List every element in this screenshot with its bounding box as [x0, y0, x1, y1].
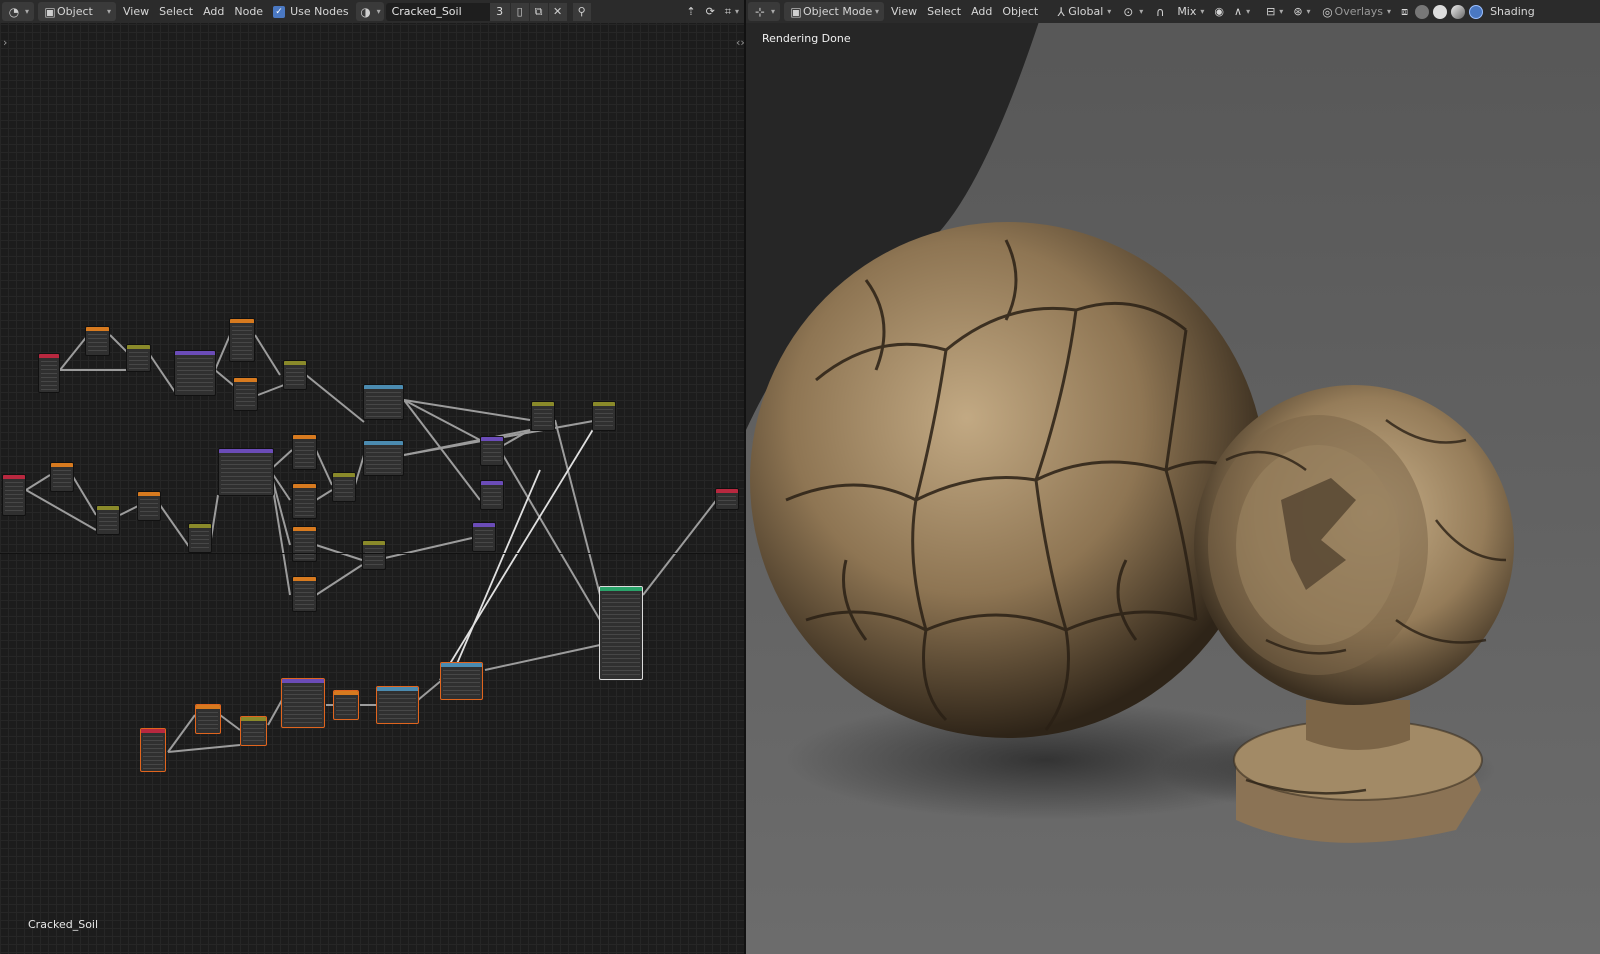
- overlays-toggle[interactable]: ◎ Overlays ▾: [1316, 2, 1397, 21]
- object-mode-icon: ▣: [790, 4, 802, 19]
- large-sphere: [750, 222, 1266, 738]
- node-color-ramp-d[interactable]: [440, 662, 483, 700]
- parent-node-tree-icon[interactable]: ⇡: [681, 2, 700, 21]
- vp-menu-add[interactable]: Add: [966, 2, 997, 21]
- node-bump-a[interactable]: [480, 436, 504, 466]
- falloff-curve-icon[interactable]: ∧ ▾: [1229, 2, 1255, 21]
- material-browse-button[interactable]: ◑ ▾: [355, 2, 384, 21]
- node-color-ramp-a[interactable]: [363, 384, 404, 420]
- node-math-c[interactable]: [531, 401, 555, 431]
- viewport-header: ⊹ ▾ ▣ Object Mode ▾ View Select Add Object …: [746, 0, 1600, 23]
- node-voronoi-a[interactable]: [174, 350, 216, 396]
- node-color-ramp-c[interactable]: [376, 686, 419, 724]
- node-math-a[interactable]: [126, 344, 151, 372]
- duplicate-material-icon[interactable]: ⧉: [529, 2, 548, 21]
- editor-type-dropdown[interactable]: ◔ ▾: [2, 2, 35, 21]
- node-color-ramp-b[interactable]: [363, 440, 404, 476]
- gizmo-toggle-icon[interactable]: ⊛ ▾: [1288, 2, 1315, 21]
- pivot-icon: ⊙: [1123, 4, 1134, 19]
- area-swap-arrows-icon[interactable]: ‹›: [736, 36, 744, 49]
- node-math-d[interactable]: [592, 401, 616, 431]
- cube-icon: ▣: [44, 4, 56, 19]
- material-sphere-icon: ◑: [360, 4, 371, 19]
- rendered-shading-icon[interactable]: [1469, 4, 1484, 19]
- vp-menu-object[interactable]: Object: [997, 2, 1043, 21]
- proportional-edit-icon[interactable]: ◉: [1209, 2, 1229, 21]
- pin-icon[interactable]: ⚲: [572, 2, 591, 21]
- transform-orientation-dropdown[interactable]: ⅄ Global ▾: [1049, 2, 1116, 21]
- node-noise-d[interactable]: [292, 434, 317, 470]
- shader-editor-icon: ◔: [8, 4, 20, 19]
- sidebar-expand-arrow-icon[interactable]: ›: [3, 36, 7, 49]
- render-status-label: Rendering Done: [762, 32, 851, 45]
- overlays-icon: ◎: [1322, 4, 1333, 19]
- node-editor-header: ◔ ▾ ▣ Object ▾ View Select Add Node ✓ Use No…: [0, 0, 744, 23]
- snap-mode-dropdown[interactable]: Mix ▾: [1172, 2, 1209, 21]
- node-principled-bsdf[interactable]: [599, 586, 643, 680]
- viewport-editor-type-dropdown[interactable]: ⊹ ▾: [748, 2, 781, 21]
- material-name-field[interactable]: Cracked_Soil: [385, 2, 490, 21]
- magnet-icon: ∩: [1155, 4, 1165, 19]
- node-texture-coordinate-b[interactable]: [2, 474, 26, 516]
- axes-icon: ⊹: [754, 4, 766, 19]
- node-links: [25, 334, 719, 753]
- checkmark-icon: ✓: [273, 5, 286, 18]
- mode-dropdown[interactable]: ▣ Object Mode ▾: [784, 2, 885, 21]
- material-name-label: Cracked_Soil: [28, 918, 99, 931]
- node-noise-e[interactable]: [292, 483, 317, 519]
- object-types-visibility-icon[interactable]: ⊟ ▾: [1261, 2, 1288, 21]
- blender-window: › ‹› Cracked_Soil ◔ ▾ ▣ Object ▾ View Selec…: [0, 0, 1600, 954]
- node-mapping-b[interactable]: [50, 462, 74, 492]
- menu-select[interactable]: Select: [154, 2, 198, 21]
- menu-node[interactable]: Node: [229, 2, 268, 21]
- menu-add[interactable]: Add: [198, 2, 229, 21]
- vp-menu-select[interactable]: Select: [922, 2, 966, 21]
- fake-user-icon[interactable]: ▯: [510, 2, 529, 21]
- node-noise-g[interactable]: [292, 576, 317, 612]
- snap-toggle[interactable]: ∩: [1148, 2, 1172, 21]
- grid-snap-icon[interactable]: ⌗ ▾: [720, 2, 744, 21]
- wireframe-shading-icon[interactable]: [1415, 4, 1430, 19]
- node-mapping-c[interactable]: [195, 704, 221, 734]
- node-bump-c[interactable]: [472, 522, 496, 552]
- use-nodes-toggle[interactable]: ✓ Use Nodes: [268, 2, 354, 21]
- node-voronoi-c[interactable]: [281, 678, 325, 728]
- menu-view[interactable]: View: [118, 2, 154, 21]
- node-noise-a[interactable]: [229, 318, 255, 362]
- solid-shading-icon[interactable]: [1433, 4, 1448, 19]
- node-math-i[interactable]: [240, 716, 267, 746]
- node-bump-b[interactable]: [480, 480, 504, 510]
- xray-toggle-icon[interactable]: ⧈: [1396, 2, 1413, 21]
- shader-node-editor[interactable]: › ‹› Cracked_Soil ◔ ▾ ▣ Object ▾ View Selec…: [0, 0, 744, 954]
- node-math-g[interactable]: [332, 472, 356, 502]
- node-texture-coordinate-a[interactable]: [38, 353, 60, 393]
- orientation-axes-icon: ⅄: [1057, 4, 1065, 19]
- node-texture-coordinate-c[interactable]: [140, 728, 166, 772]
- pivot-point-dropdown[interactable]: ⊙ ▾: [1116, 2, 1148, 21]
- node-math-e[interactable]: [96, 505, 120, 535]
- region-split-line: [0, 553, 744, 554]
- node-mapping-a[interactable]: [85, 326, 110, 356]
- node-material-output[interactable]: [715, 488, 739, 510]
- shading-menu[interactable]: Shading: [1485, 2, 1540, 21]
- node-noise-h[interactable]: [333, 690, 359, 720]
- object-type-dropdown[interactable]: ▣ Object ▾: [38, 2, 117, 21]
- node-noise-c[interactable]: [137, 491, 161, 521]
- node-math-b[interactable]: [283, 360, 307, 390]
- node-math-f[interactable]: [188, 523, 212, 553]
- snap-icon[interactable]: ⟳: [701, 2, 720, 21]
- unlink-close-icon[interactable]: ✕: [548, 2, 567, 21]
- rendered-scene: [746, 0, 1600, 954]
- vp-menu-view[interactable]: View: [886, 2, 922, 21]
- node-voronoi-b[interactable]: [218, 448, 274, 496]
- node-math-h[interactable]: [362, 540, 386, 570]
- material-user-count[interactable]: 3: [489, 2, 510, 21]
- material-preview-shading-icon[interactable]: [1451, 4, 1466, 19]
- render-viewport[interactable]: Rendering Done ⊹ ▾ ▣ Object Mode ▾ View Sel…: [746, 0, 1600, 954]
- node-noise-b[interactable]: [233, 377, 258, 411]
- node-noise-f[interactable]: [292, 526, 317, 562]
